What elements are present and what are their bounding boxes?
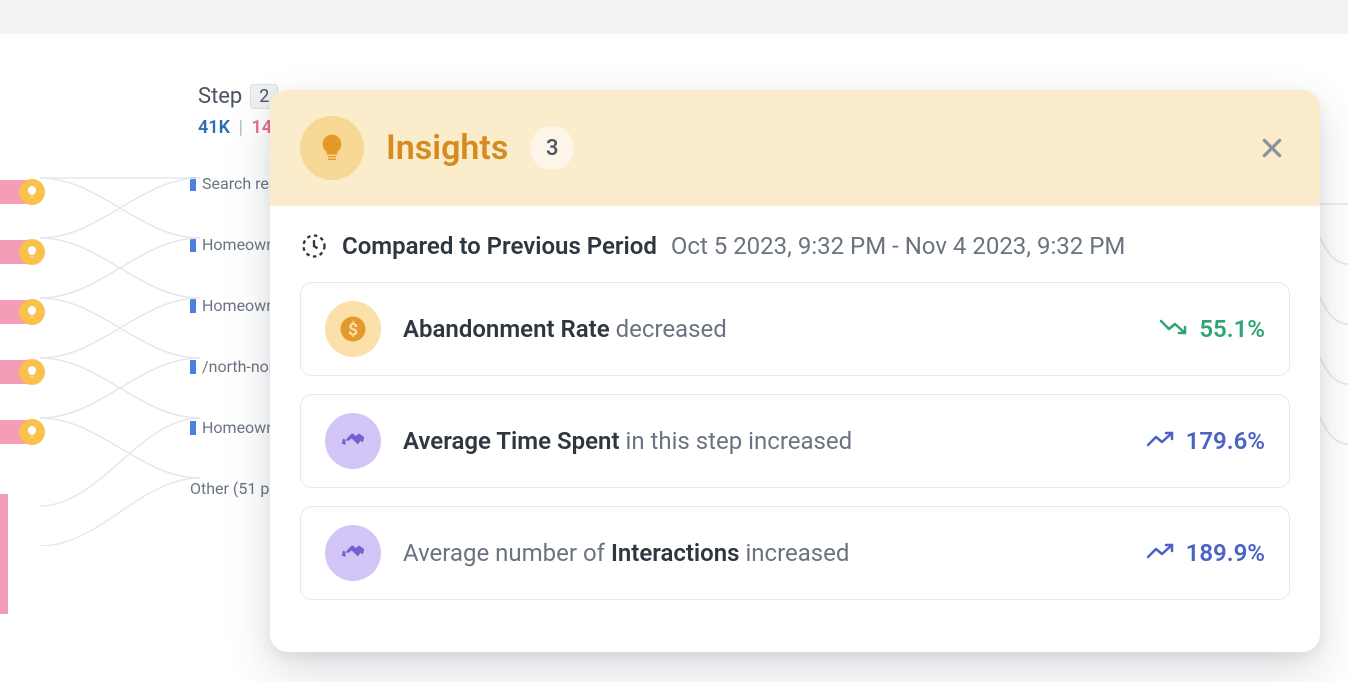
left-flow-nodes [0,162,45,462]
tick-icon [190,238,196,252]
close-button[interactable] [1254,130,1290,166]
insight-card[interactable]: Average number of Interactions increased… [300,506,1290,600]
insight-card[interactable]: Average Time Spent in this step increase… [300,394,1290,488]
lightbulb-icon[interactable] [19,179,45,205]
insight-text: Average number of Interactions increased [403,539,1124,567]
tick-icon [190,177,196,191]
list-item-label: /north-norf [202,357,280,376]
insight-metric: Abandonment Rate [403,315,610,343]
insight-metric: Average Time Spent [403,427,620,455]
lightbulb-icon[interactable] [19,239,45,265]
trend-down-icon [1159,315,1189,343]
svg-text:$: $ [348,319,358,340]
compare-period-row: Compared to Previous Period Oct 5 2023, … [300,232,1290,260]
insights-modal-body: Compared to Previous Period Oct 5 2023, … [270,206,1320,652]
flow-node[interactable] [0,162,45,222]
lightbulb-icon[interactable] [19,299,45,325]
handshake-icon [325,413,381,469]
list-item-label: Other (51 pa [190,479,278,498]
compare-label: Compared to Previous Period [342,232,657,260]
insight-percentage: 55.1% [1199,315,1265,343]
flow-canvas: Step 2 41K | 14.5 Search resu Homeowne H… [0,34,1348,682]
tick-icon [190,421,196,435]
insight-value: 55.1% [1159,315,1265,343]
insight-suffix: increased [740,539,850,567]
insights-modal-title: Insights [386,128,508,168]
insight-percentage: 179.6% [1186,427,1265,455]
flow-node[interactable] [0,402,45,462]
insights-count-badge: 3 [530,126,574,170]
trend-up-icon [1146,427,1176,455]
insight-card[interactable]: $ Abandonment Rate decreased 55.1% [300,282,1290,376]
lightbulb-icon[interactable] [19,359,45,385]
step-count: 41K [198,117,230,138]
dollar-icon: $ [325,301,381,357]
insight-suffix: in this step increased [620,427,853,455]
top-bar [0,0,1348,34]
insight-value: 189.9% [1146,539,1265,567]
insight-value: 179.6% [1146,427,1265,455]
handshake-icon [325,525,381,581]
flow-node[interactable] [0,222,45,282]
lightbulb-icon[interactable] [19,419,45,445]
stat-separator: | [238,117,243,138]
insight-text: Abandonment Rate decreased [403,315,1137,343]
compare-period: Oct 5 2023, 9:32 PM - Nov 4 2023, 9:32 P… [671,232,1125,260]
clock-icon [300,232,328,260]
insight-text: Average Time Spent in this step increase… [403,427,1124,455]
insights-modal: Insights 3 Compared to Previous Period O… [270,90,1320,652]
flow-node[interactable] [0,282,45,342]
insight-suffix: decreased [610,315,727,343]
flow-bar-large [0,494,8,614]
tick-icon [190,360,196,374]
flow-node[interactable] [0,342,45,402]
flow-connector-lines [40,166,200,546]
trend-up-icon [1146,539,1176,567]
insights-modal-header: Insights 3 [270,90,1320,206]
insight-metric: Interactions [611,539,740,567]
insight-percentage: 189.9% [1186,539,1265,567]
tick-icon [190,299,196,313]
lightbulb-icon [300,116,364,180]
insight-prefix: Average number of [403,539,611,567]
step-label: Step [198,84,242,109]
